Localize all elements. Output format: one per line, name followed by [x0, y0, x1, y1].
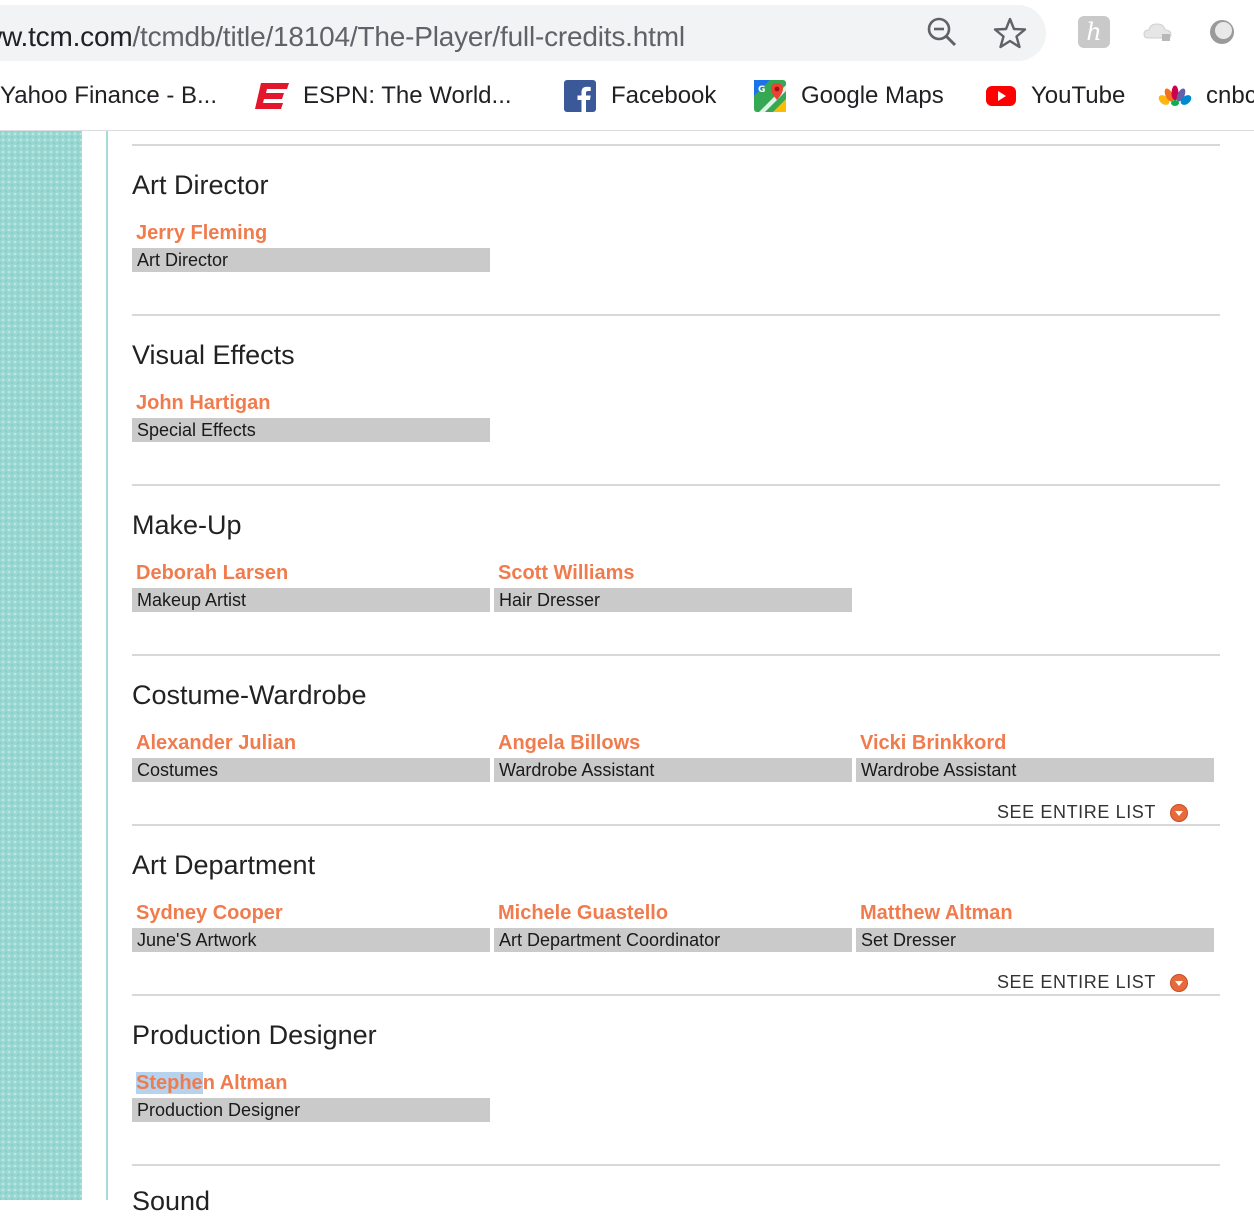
teal-background-strip: [0, 131, 82, 1200]
content-left-border: [106, 131, 108, 1200]
bookmark-star-icon[interactable]: [993, 16, 1027, 50]
circle-arrow-down-icon: [1170, 803, 1188, 822]
credit-role: Set Dresser: [856, 928, 1214, 952]
espn-icon: [255, 83, 289, 109]
credits-section-art-department: Art Department Sydney Cooper June'S Artw…: [132, 824, 1220, 996]
credit-item: John Hartigan Special Effects: [132, 392, 490, 442]
credits-section-make-up: Make-Up Deborah Larsen Makeup Artist Sco…: [132, 484, 1220, 656]
credit-name-link[interactable]: Michele Guastello: [494, 902, 852, 928]
credit-name-link[interactable]: Angela Billows: [494, 732, 852, 758]
credit-role: Makeup Artist: [132, 588, 490, 612]
credits-section-production-designer: Production Designer Stephen Altman Produ…: [132, 994, 1220, 1166]
section-title: Make-Up: [132, 510, 242, 540]
cloud-lock-extension-icon[interactable]: [1142, 20, 1174, 44]
credit-role: Wardrobe Assistant: [856, 758, 1214, 782]
credit-role: Special Effects: [132, 418, 490, 442]
credit-role: Wardrobe Assistant: [494, 758, 852, 782]
honey-extension-icon[interactable]: h: [1078, 16, 1110, 48]
section-title: Production Designer: [132, 1020, 377, 1050]
credits-section-sound: [132, 1164, 1220, 1202]
section-title: Visual Effects: [132, 340, 295, 370]
credit-role: June'S Artwork: [132, 928, 490, 952]
text-selection-highlight: Stephe: [136, 1072, 203, 1094]
credit-name-link[interactable]: Matthew Altman: [856, 902, 1214, 928]
credit-item: Sydney Cooper June'S Artwork: [132, 902, 490, 952]
credit-item: Scott Williams Hair Dresser: [494, 562, 852, 612]
bookmark-yahoo-finance[interactable]: Yahoo Finance - B...: [0, 64, 217, 128]
url-path: /tcmdb/title/18104/The-Player/full-credi…: [132, 21, 685, 52]
credit-role: Art Director: [132, 248, 490, 272]
see-entire-list-label: SEE ENTIRE LIST: [996, 972, 1156, 992]
youtube-icon: [986, 86, 1016, 106]
bookmark-google-maps[interactable]: G Google Maps: [753, 64, 944, 128]
see-entire-list-label: SEE ENTIRE LIST: [996, 802, 1156, 822]
credit-name-rest: n Altman: [202, 1072, 288, 1094]
credit-name-link[interactable]: Vicki Brinkkord: [856, 732, 1214, 758]
credit-name-link[interactable]: John Hartigan: [132, 392, 490, 418]
bookmark-label: Yahoo Finance - B...: [0, 82, 218, 109]
google-maps-icon: G: [754, 80, 786, 112]
bookmark-label: ESPN: The World...: [303, 82, 512, 109]
extension-circle-icon[interactable]: [1208, 18, 1236, 46]
bookmark-label: YouTube: [1031, 82, 1126, 109]
facebook-icon: [564, 80, 596, 112]
credit-item: Angela Billows Wardrobe Assistant: [494, 732, 852, 782]
credit-item: Deborah Larsen Makeup Artist: [132, 562, 490, 612]
credit-name-link[interactable]: Deborah Larsen: [132, 562, 490, 588]
credit-role: Art Department Coordinator: [494, 928, 852, 952]
credit-item: Matthew Altman Set Dresser: [856, 902, 1214, 952]
bookmark-label: Google Maps: [801, 82, 944, 109]
circle-arrow-down-icon: [1170, 973, 1188, 992]
url-host: ww.tcm.com: [0, 21, 133, 52]
credit-name-link[interactable]: Scott Williams: [494, 562, 852, 588]
credit-item: Michele Guastello Art Department Coordin…: [494, 902, 852, 952]
zoom-icon[interactable]: [926, 16, 958, 48]
credit-item: Stephen Altman Production Designer: [132, 1072, 490, 1122]
browser-toolbar: ww.tcm.com/tcmdb/title/18104/The-Player/…: [0, 0, 1254, 64]
credit-item: Jerry Fleming Art Director: [132, 222, 490, 272]
credit-item: Vicki Brinkkord Wardrobe Assistant: [856, 732, 1214, 782]
section-title: Art Director: [132, 170, 269, 200]
section-title: Costume-Wardrobe: [132, 680, 367, 710]
credit-role: Costumes: [132, 758, 490, 782]
bookmark-label: cnbc: [1206, 82, 1254, 109]
credit-item: Alexander Julian Costumes: [132, 732, 490, 782]
credits-section-visual-effects: Visual Effects John Hartigan Special Eff…: [132, 314, 1220, 486]
bookmarks-bar: Yahoo Finance - B... ESPN: The World... …: [0, 64, 1254, 131]
credit-name-link[interactable]: Alexander Julian: [132, 732, 490, 758]
svg-text:G: G: [758, 85, 765, 95]
credits-section-art-director: Art Director Jerry Fleming Art Director: [132, 144, 1220, 316]
nbc-peacock-icon: [1158, 85, 1192, 106]
credits-section-costume-wardrobe: Costume-Wardrobe Alexander Julian Costum…: [132, 654, 1220, 826]
credit-name-link[interactable]: Stephen Altman: [132, 1072, 490, 1098]
credit-role: Production Designer: [132, 1098, 490, 1122]
bookmark-facebook[interactable]: Facebook: [563, 64, 716, 128]
credit-name-link[interactable]: Jerry Fleming: [132, 222, 490, 248]
url-text[interactable]: ww.tcm.com/tcmdb/title/18104/The-Player/…: [0, 21, 685, 53]
section-title: Art Department: [132, 850, 316, 880]
credit-role: Hair Dresser: [494, 588, 852, 612]
see-entire-list-link[interactable]: SEE ENTIRE LIST: [997, 802, 1188, 823]
see-entire-list-link[interactable]: SEE ENTIRE LIST: [997, 972, 1188, 993]
bookmark-cnbc[interactable]: cnbc: [1158, 64, 1254, 128]
section-title-sound: Sound: [132, 1186, 211, 1216]
credit-name-link[interactable]: Sydney Cooper: [132, 902, 490, 928]
address-bar[interactable]: ww.tcm.com/tcmdb/title/18104/The-Player/…: [0, 5, 1046, 61]
bookmark-label: Facebook: [611, 82, 717, 109]
bookmark-youtube[interactable]: YouTube: [985, 64, 1125, 128]
bookmark-espn[interactable]: ESPN: The World...: [255, 64, 512, 128]
